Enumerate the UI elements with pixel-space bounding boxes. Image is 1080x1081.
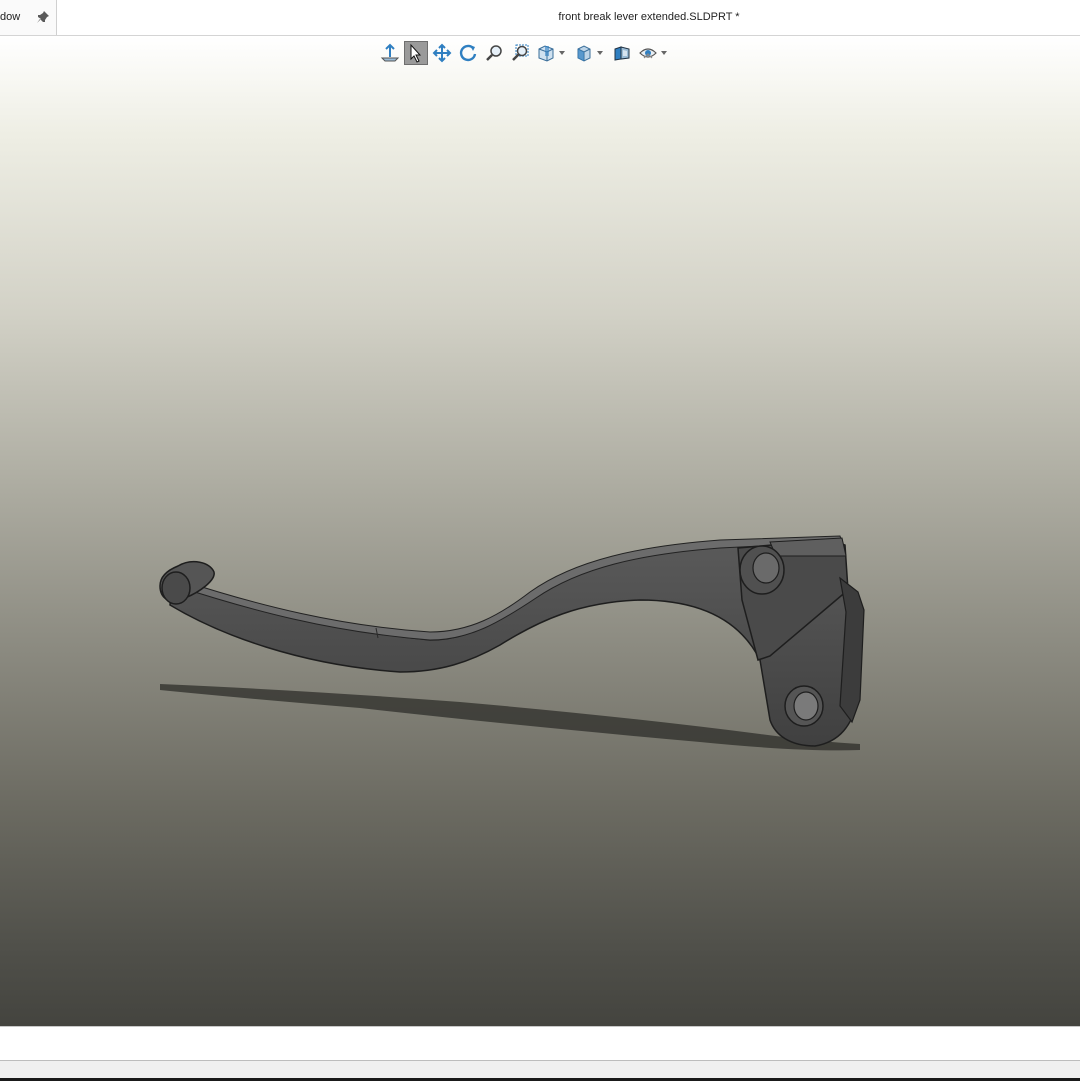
pivot-tab [839, 576, 865, 724]
upper-pivot-hole-inner [752, 552, 780, 584]
lever-3d-model[interactable] [0, 36, 1080, 1026]
document-title: front break lever extended.SLDPRT * [558, 11, 740, 23]
graphics-area[interactable] [0, 36, 1080, 1026]
lower-mount-hole-inner [793, 691, 819, 721]
lever-tip-end [161, 571, 191, 605]
status-bar [0, 1026, 1080, 1061]
taskbar-edge [0, 1060, 1080, 1081]
lever-shadow [160, 684, 860, 751]
title-bar: dow front break lever extended.SLDPRT * [0, 0, 1080, 36]
